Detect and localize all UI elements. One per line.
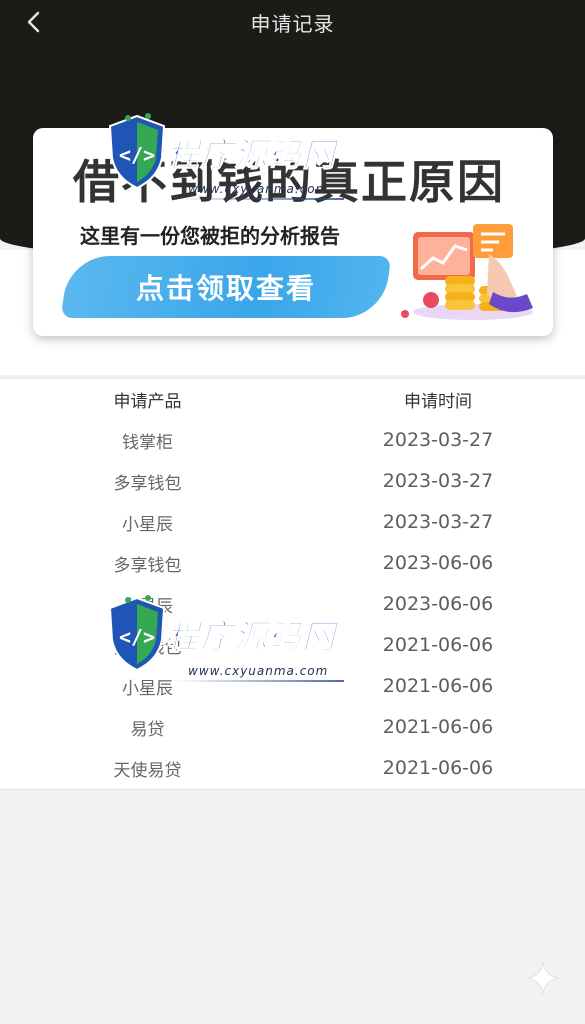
row-product: 天使易贷 — [113, 760, 182, 781]
row-product: 小星辰 — [122, 514, 173, 535]
table-row: 小星辰 2021-06-06 — [0, 666, 585, 706]
table-header: 申请产品 申请时间 — [0, 379, 585, 419]
finance-chart-coins-icon — [401, 224, 533, 320]
row-time: 2023-03-27 — [382, 429, 494, 451]
row-time: 2023-06-06 — [382, 593, 494, 615]
row-time: 2023-06-06 — [382, 552, 494, 574]
records-table: 申请产品 申请时间 钱掌柜 2023-03-27 多享钱包 2023-03-27… — [0, 378, 585, 790]
banner-subtitle: 这里有一份您被拒的分析报告 — [80, 224, 340, 248]
row-product: 多享钱包 — [113, 637, 182, 658]
table-row: 小星辰 2023-03-27 — [0, 502, 585, 542]
table-row: 钱掌柜 2023-03-27 — [0, 420, 585, 460]
table-row: 多享钱包 2023-03-27 — [0, 461, 585, 501]
row-product: 易贷 — [130, 719, 165, 740]
back-button[interactable] — [18, 6, 50, 38]
row-time: 2021-06-06 — [382, 757, 494, 779]
table-row: 易贷 2021-06-06 — [0, 707, 585, 747]
table-row: 多享钱包 2023-06-06 — [0, 543, 585, 583]
row-product: 多享钱包 — [113, 555, 182, 576]
row-product: 小星辰 — [122, 678, 173, 699]
table-row: 小星辰 2023-06-06 — [0, 584, 585, 624]
row-time: 2023-03-27 — [382, 470, 494, 492]
row-product: 多享钱包 — [113, 473, 182, 494]
banner-headline: 借不到钱的真正原因 — [73, 155, 505, 209]
row-product: 钱掌柜 — [122, 432, 173, 453]
chevron-left-icon — [27, 11, 40, 33]
table-row: 天使易贷 2021-06-06 — [0, 748, 585, 788]
promo-banner[interactable]: 借不到钱的真正原因 这里有一份您被拒的分析报告 点击领取查看 — [33, 128, 553, 336]
row-time: 2023-03-27 — [382, 511, 494, 533]
sparkle-icon — [526, 961, 560, 995]
top-bar: 申请记录 — [0, 0, 585, 44]
row-time: 2021-06-06 — [382, 634, 494, 656]
header-product: 申请产品 — [113, 391, 182, 412]
banner-cta-label: 点击领取查看 — [135, 272, 316, 305]
page-title: 申请记录 — [250, 11, 335, 36]
header-time: 申请时间 — [404, 391, 472, 412]
banner-cta-button[interactable]: 点击领取查看 — [60, 256, 392, 318]
row-time: 2021-06-06 — [382, 716, 494, 738]
row-product: 小星辰 — [122, 596, 173, 617]
table-row: 多享钱包 2021-06-06 — [0, 625, 585, 665]
row-time: 2021-06-06 — [382, 675, 494, 697]
